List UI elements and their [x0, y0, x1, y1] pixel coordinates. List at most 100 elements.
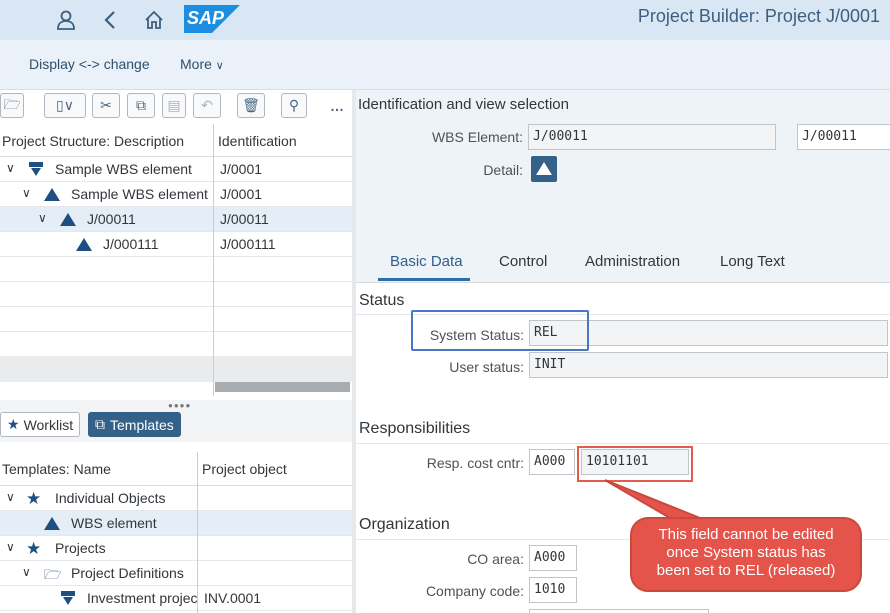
co-area-label: CO area: [467, 551, 524, 567]
template-row-object: INV.0001 [204, 590, 262, 606]
horizontal-scrollbar[interactable] [215, 382, 350, 392]
paste-button[interactable]: ▤ [162, 93, 186, 118]
template-row[interactable]: ∨ ★ Projects [0, 536, 352, 561]
folder-icon: 🗁 [3, 95, 21, 112]
document-icon: ▯∨ [56, 97, 74, 113]
create-button[interactable]: ▯∨ [44, 93, 86, 118]
worklist-button[interactable]: ★ Worklist [0, 412, 81, 437]
star-icon: ★ [26, 539, 42, 558]
callout-line-3: been set to REL (released) [656, 562, 836, 579]
divider [356, 282, 890, 283]
template-row-name: WBS element [71, 515, 157, 531]
company-code-label: Company code: [425, 583, 524, 599]
cut-button[interactable]: ✂ [92, 93, 120, 118]
overflow-icon[interactable]: … [330, 98, 344, 114]
templates-col-object[interactable]: Project object [202, 461, 287, 477]
template-row-name: Investment projec [87, 590, 198, 606]
tab-basic-data[interactable]: Basic Data [390, 253, 463, 270]
template-row[interactable]: ∨ 🗁 Project Definitions [0, 561, 352, 586]
template-row[interactable]: ∨ ★ Individual Objects [0, 486, 352, 511]
template-row[interactable]: Investment projec INV.0001 [0, 586, 352, 611]
tab-administration[interactable]: Administration [585, 253, 680, 270]
cost-center-area-field[interactable]: A000 [529, 449, 575, 475]
chevron-down-icon: ∨ [215, 60, 224, 72]
chevron-down-icon[interactable]: ∨ [6, 540, 20, 554]
templates-header: Templates: Name Project object [0, 452, 352, 486]
tab-control[interactable]: Control [499, 253, 547, 270]
identification-heading: Identification and view selection [358, 96, 569, 113]
display-change-button[interactable]: Display <-> change [29, 56, 150, 72]
search-button[interactable]: ⚲ [281, 93, 307, 118]
templates-button[interactable]: ⧉ Templates [88, 412, 181, 437]
structure-toolbar: 🗁 ▯∨ ✂ ⧉ ▤ ↶ 🗑 ⚲ … [0, 90, 352, 122]
column-divider[interactable] [197, 452, 198, 613]
tree-header: Project Structure: Description Identific… [0, 124, 352, 157]
more-button[interactable]: More ∨ [180, 56, 224, 72]
callout-line-2: once System status has [666, 544, 826, 561]
paste-icon: ▤ [167, 97, 181, 113]
star-icon: ★ [26, 489, 42, 508]
column-divider[interactable] [213, 124, 214, 396]
template-row[interactable]: WBS element [0, 511, 352, 536]
chevron-down-icon[interactable]: ∨ [6, 161, 20, 175]
wbs-element-icon [76, 238, 92, 251]
wbs-element-field[interactable]: J/00011 [528, 124, 776, 150]
templates-col-name[interactable]: Templates: Name [2, 461, 111, 477]
chevron-down-icon[interactable]: ∨ [22, 565, 36, 579]
open-folder-button[interactable]: 🗁 [0, 93, 24, 118]
tree-row-empty [0, 307, 352, 332]
tree-row-desc: J/00011 [87, 211, 136, 227]
tree-row-desc: Sample WBS element [55, 161, 192, 177]
undo-button[interactable]: ↶ [193, 93, 221, 118]
tree-col-identification[interactable]: Identification [218, 133, 297, 149]
tree-row-id: J/0001 [220, 161, 263, 177]
tree-row[interactable]: J/000111 J/000111 [0, 232, 352, 257]
divider [356, 443, 890, 444]
partial-field[interactable] [529, 609, 709, 613]
back-icon[interactable] [96, 6, 124, 34]
co-area-field[interactable]: A000 [529, 545, 577, 571]
tree-row-empty [0, 332, 352, 357]
template-row-name: Project Definitions [71, 565, 184, 581]
template-row-name: Projects [55, 540, 106, 556]
chevron-down-icon[interactable]: ∨ [22, 186, 36, 200]
shell-bar: SAP Project Builder: Project J/0001 [0, 0, 890, 40]
tree-row[interactable]: ∨ Sample WBS element J/0001 [0, 157, 352, 182]
templates-tree: Templates: Name Project object ∨ ★ Indiv… [0, 452, 352, 613]
template-icon: ⧉ [95, 416, 105, 432]
wbs-element-label: WBS Element: [431, 129, 523, 145]
responsibilities-heading: Responsibilities [359, 420, 471, 437]
delete-button[interactable]: 🗑 [237, 93, 265, 118]
chevron-down-icon[interactable]: ∨ [6, 490, 20, 504]
cost-center-highlight [577, 446, 693, 482]
tab-long-text[interactable]: Long Text [720, 253, 785, 270]
company-code-field[interactable]: 1010 [529, 577, 577, 603]
callout-line-1: This field cannot be edited [658, 526, 834, 543]
home-icon[interactable] [140, 6, 168, 34]
tree-col-description[interactable]: Project Structure: Description [2, 133, 184, 149]
detail-button[interactable] [531, 156, 557, 182]
tree-row-selected[interactable]: ∨ J/00011 J/00011 [0, 207, 352, 232]
more-label: More [180, 56, 212, 72]
folder-icon: 🗁 [44, 566, 62, 582]
star-icon: ★ [7, 416, 20, 432]
tree-row-id: J/0001 [220, 186, 263, 202]
project-definition-icon [29, 162, 43, 176]
undo-icon: ↶ [201, 97, 213, 113]
tree-row-empty [0, 282, 352, 307]
project-structure-tree: Project Structure: Description Identific… [0, 124, 352, 396]
user-icon[interactable] [52, 6, 80, 34]
project-definition-icon [61, 591, 75, 605]
status-heading: Status [359, 292, 405, 309]
user-status-field[interactable]: INIT [529, 352, 888, 378]
tree-footer [0, 356, 352, 382]
tree-row[interactable]: ∨ Sample WBS element J/0001 [0, 182, 352, 207]
pane-splitter[interactable]: ●●●● [0, 400, 352, 410]
organization-heading: Organization [359, 516, 450, 533]
copy-button[interactable]: ⧉ [127, 93, 155, 118]
wbs-element-field-2[interactable]: J/00011 [797, 124, 890, 150]
detail-label: Detail: [483, 162, 523, 178]
chevron-down-icon[interactable]: ∨ [38, 211, 52, 225]
tree-row-desc: Sample WBS element [71, 186, 208, 202]
annotation-callout: This field cannot be edited once System … [630, 517, 862, 592]
